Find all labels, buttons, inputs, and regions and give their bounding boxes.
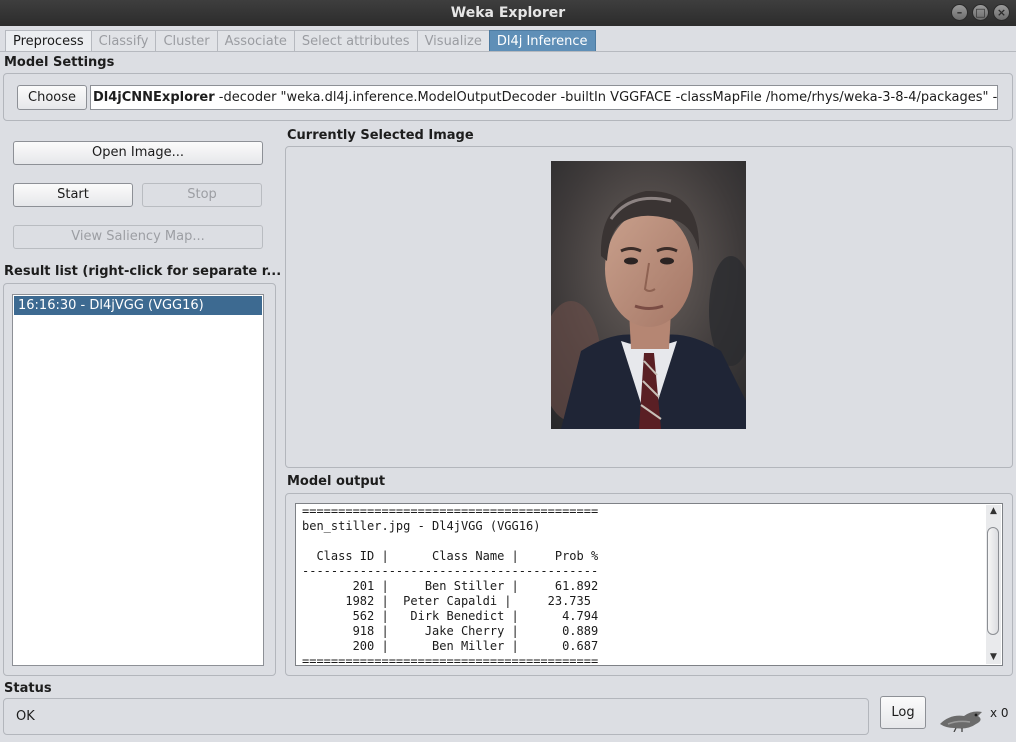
maximize-icon[interactable]: □ [972,4,989,21]
model-output-text: ========================================… [302,504,599,668]
start-button[interactable]: Start [13,183,133,207]
tab-bar: Preprocess Classify Cluster Associate Se… [5,30,596,52]
scroll-down-icon[interactable]: ▼ [986,651,1001,664]
output-scrollbar[interactable]: ▲ ▼ [986,505,1001,664]
selected-image [541,161,753,429]
image-panel-label: Currently Selected Image [287,128,474,143]
window-controls: – □ × [951,4,1010,21]
task-count: x 0 [990,706,1009,720]
status-bar: OK [3,698,869,735]
model-output-area[interactable]: ========================================… [295,503,1003,668]
model-settings-label: Model Settings [4,55,115,70]
close-icon[interactable]: × [993,4,1010,21]
tab-preprocess[interactable]: Preprocess [5,30,92,52]
log-button[interactable]: Log [880,696,926,729]
status-text: OK [16,709,35,724]
weka-bird-icon[interactable] [938,704,986,733]
tab-dl4j-inference[interactable]: Dl4j Inference [488,30,596,52]
open-image-button[interactable]: Open Image... [13,141,263,165]
tab-associate[interactable]: Associate [216,30,295,52]
window-title: Weka Explorer [450,5,566,21]
tab-cluster[interactable]: Cluster [155,30,218,52]
list-item[interactable]: 16:16:30 - Dl4jVGG (VGG16) [14,296,262,315]
result-list[interactable]: 16:16:30 - Dl4jVGG (VGG16) [12,294,264,666]
model-command-field[interactable]: Dl4jCNNExplorer -decoder "weka.dl4j.infe… [90,85,998,110]
model-command-name: Dl4jCNNExplorer [93,90,215,105]
tab-select-attributes[interactable]: Select attributes [293,30,418,52]
tab-visualize[interactable]: Visualize [416,30,490,52]
model-command-args: -decoder "weka.dl4j.inference.ModelOutpu… [214,90,998,105]
view-saliency-map-button[interactable]: View Saliency Map... [13,225,263,249]
model-output-label: Model output [287,474,386,489]
stop-button[interactable]: Stop [142,183,262,207]
result-list-label: Result list (right-click for separate r.… [4,264,282,279]
tab-classify[interactable]: Classify [90,30,157,52]
minimize-icon[interactable]: – [951,4,968,21]
scroll-thumb[interactable] [987,527,999,635]
status-label: Status [4,681,52,696]
tab-divider [0,51,1016,52]
scroll-up-icon[interactable]: ▲ [986,505,1001,518]
window-titlebar: Weka Explorer – □ × [0,0,1016,26]
choose-button[interactable]: Choose [17,85,87,110]
portrait-photo [541,161,753,429]
